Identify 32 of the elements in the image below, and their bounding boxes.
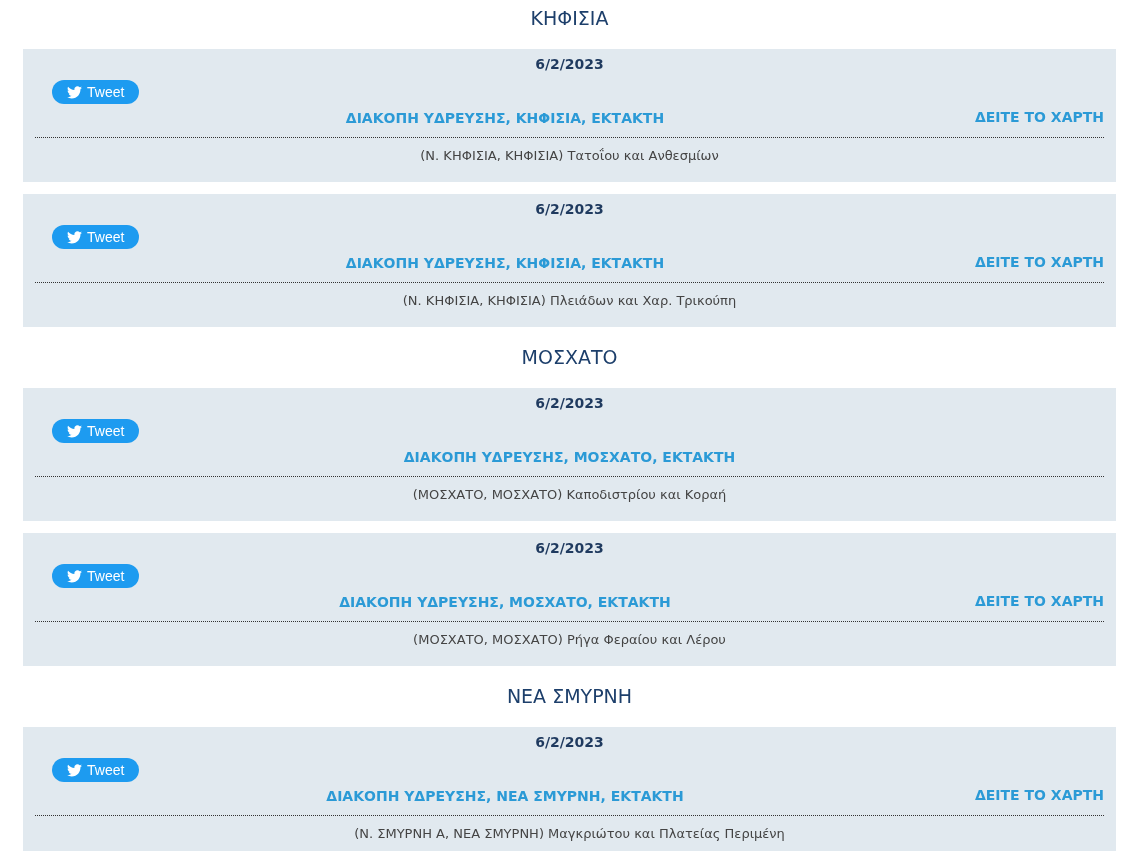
notice-address: (Ν. ΣΜΥΡΝΗ Α, ΝΕΑ ΣΜΥΡΝΗ) Μαγκριώτου και Πλατείας Περιμένη — [354, 826, 785, 841]
notice-address: (ΜΟΣΧΑΤΟ, ΜΟΣΧΑΤΟ) Καποδιστρίου και Κοραή — [412, 487, 727, 502]
tweet-button[interactable]: Tweet — [52, 80, 140, 104]
notice-title: ΔΙΑΚΟΠΗ ΥΔΡΕΥΣΗΣ, ΝΕΑ ΣΜΥΡΝΗ, ΕΚΤΑΚΤΗ — [326, 787, 684, 804]
notice-title: ΔΙΑΚΟΠΗ ΥΔΡΕΥΣΗΣ, ΚΗΦΙΣΙΑ, ΕΚΤΑΚΤΗ — [345, 254, 665, 271]
section-heading: ΚΗΦΙΣΙΑ — [529, 5, 610, 31]
notice-title: ΔΙΑΚΟΠΗ ΥΔΡΕΥΣΗΣ, ΜΟΣΧΑΤΟ, ΕΚΤΑΚΤΗ — [403, 448, 736, 465]
notice-title: ΔΙΑΚΟΠΗ ΥΔΡΕΥΣΗΣ, ΚΗΦΙΣΙΑ, ΕΚΤΑΚΤΗ — [345, 109, 665, 126]
notice-title: ΔΙΑΚΟΠΗ ΥΔΡΕΥΣΗΣ, ΜΟΣΧΑΤΟ, ΕΚΤΑΚΤΗ — [339, 593, 671, 610]
map-link[interactable]: ΔΕΙΤΕ ΤΟ ΧΑΡΤΗ — [974, 252, 1104, 273]
tweet-button[interactable]: Tweet — [52, 225, 140, 249]
tweet-button[interactable]: Tweet — [52, 758, 140, 782]
bird-icon — [67, 85, 82, 99]
map-link[interactable]: ΔΕΙΤΕ ΤΟ ΧΑΡΤΗ — [974, 591, 1104, 612]
notice-date: 6/2/2023 — [535, 540, 604, 556]
bird-icon — [67, 424, 82, 438]
notice-date: 6/2/2023 — [535, 734, 604, 750]
tweet-button[interactable]: Tweet — [52, 419, 140, 443]
section-heading: ΜΟΣΧΑΤΟ — [520, 344, 619, 370]
notice-address: (ΜΟΣΧΑΤΟ, ΜΟΣΧΑΤΟ) Ρήγα Φεραίου και Λέρου — [413, 632, 726, 647]
notice-date: 6/2/2023 — [535, 395, 604, 411]
notice-date: 6/2/2023 — [535, 201, 604, 217]
bird-icon — [67, 763, 82, 777]
notice-address: (Ν. ΚΗΦΙΣΙΑ, ΚΗΦΙΣΙΑ) Τατοΐου και Ανθεσμίων — [420, 148, 719, 163]
notice-date: 6/2/2023 — [535, 56, 604, 72]
tweet-button[interactable]: Tweet — [52, 564, 140, 588]
map-link[interactable]: ΔΕΙΤΕ ΤΟ ΧΑΡΤΗ — [974, 785, 1104, 806]
bird-icon — [67, 569, 82, 583]
section-heading: ΝΕΑ ΣΜΥΡΝΗ — [505, 683, 634, 709]
bird-icon — [67, 230, 82, 244]
notice-address: (Ν. ΚΗΦΙΣΙΑ, ΚΗΦΙΣΙΑ) Πλειάδων και Χαρ. Τρικούπη — [402, 293, 737, 308]
map-link[interactable]: ΔΕΙΤΕ ΤΟ ΧΑΡΤΗ — [974, 107, 1104, 128]
